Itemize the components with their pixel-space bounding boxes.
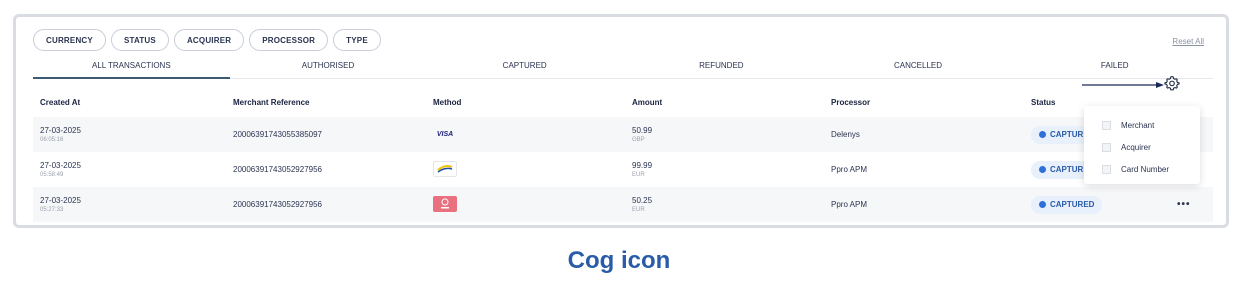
time-text: 05:27:33 bbox=[40, 207, 64, 213]
table-header: Created At Merchant Reference Method Amo… bbox=[33, 87, 1213, 117]
time-text: 06:05:16 bbox=[40, 137, 64, 143]
status-badge: CAPTUR bbox=[1031, 160, 1092, 179]
filter-acquirer[interactable]: ACQUIRER bbox=[173, 29, 245, 51]
pointer-arrow-icon bbox=[1082, 82, 1164, 88]
reset-all-link[interactable]: Reset All bbox=[1172, 37, 1204, 46]
filter-processor[interactable]: PROCESSOR bbox=[249, 29, 329, 51]
tab-captured[interactable]: CAPTURED bbox=[426, 59, 623, 78]
amount-text: 50.99 bbox=[632, 126, 653, 135]
merchant-reference-cell: 20006391743052927956 bbox=[233, 200, 322, 209]
status-text: CAPTUR bbox=[1050, 130, 1084, 139]
payment-method-icon bbox=[433, 195, 457, 212]
card-logo-icon bbox=[437, 165, 453, 173]
currency-text: GBP bbox=[632, 137, 645, 143]
option-label: Merchant bbox=[1121, 120, 1155, 130]
option-label: Acquirer bbox=[1121, 142, 1151, 152]
status-text: CAPTUR bbox=[1050, 165, 1084, 174]
amount-cell: 50.25 EUR bbox=[632, 196, 831, 213]
column-merchant-reference[interactable]: Merchant Reference bbox=[233, 98, 433, 107]
option-label: Card Number bbox=[1121, 164, 1170, 174]
tab-authorised[interactable]: AUTHORISED bbox=[230, 59, 427, 78]
column-settings-dropdown: Merchant Acquirer Card Number bbox=[1084, 106, 1200, 184]
transactions-panel: CURRENCY STATUS ACQUIRER PROCESSOR TYPE … bbox=[13, 14, 1229, 228]
date-text: 27-03-2025 bbox=[40, 161, 81, 170]
date-text: 27-03-2025 bbox=[40, 196, 81, 205]
column-processor[interactable]: Processor bbox=[831, 98, 1031, 107]
time-text: 05:58:49 bbox=[40, 172, 64, 178]
method-cell bbox=[433, 195, 632, 214]
column-method[interactable]: Method bbox=[433, 98, 632, 107]
filter-currency[interactable]: CURRENCY bbox=[33, 29, 106, 51]
created-at-cell: 27-03-2025 06:05:16 bbox=[33, 126, 233, 143]
status-tabs: ALL TRANSACTIONS AUTHORISED CAPTURED REF… bbox=[33, 59, 1213, 79]
checkbox[interactable] bbox=[1102, 164, 1111, 174]
option-merchant[interactable]: Merchant bbox=[1084, 114, 1200, 136]
filter-status[interactable]: STATUS bbox=[110, 29, 169, 51]
column-created-at[interactable]: Created At bbox=[33, 98, 233, 107]
amount-cell: 99.99 EUR bbox=[632, 161, 831, 178]
processor-cell: Ppro APM bbox=[831, 165, 868, 174]
more-options-icon[interactable]: ••• bbox=[1177, 199, 1191, 210]
checkbox[interactable] bbox=[1102, 142, 1111, 152]
tab-failed[interactable]: FAILED bbox=[1016, 59, 1213, 78]
filter-type[interactable]: TYPE bbox=[333, 29, 381, 51]
amount-text: 99.99 bbox=[632, 161, 653, 170]
table-body: 27-03-2025 06:05:16 20006391743055385097… bbox=[33, 117, 1213, 222]
created-at-cell: 27-03-2025 05:27:33 bbox=[33, 196, 233, 213]
method-cell bbox=[433, 161, 632, 178]
processor-cell: Ppro APM bbox=[831, 200, 868, 209]
status-text: CAPTURED bbox=[1050, 200, 1095, 209]
status-dot-icon bbox=[1039, 166, 1046, 173]
status-dot-icon bbox=[1039, 131, 1046, 138]
currency-text: EUR bbox=[632, 172, 645, 178]
table-row[interactable]: 27-03-2025 05:58:49 20006391743052927956… bbox=[33, 152, 1213, 187]
option-card-number[interactable]: Card Number bbox=[1084, 158, 1200, 180]
option-acquirer[interactable]: Acquirer bbox=[1084, 136, 1200, 158]
status-badge: CAPTURED bbox=[1031, 195, 1103, 214]
payment-method-icon bbox=[433, 161, 457, 177]
table-row[interactable]: 27-03-2025 05:27:33 20006391743052927956… bbox=[33, 187, 1213, 222]
tab-refunded[interactable]: REFUNDED bbox=[623, 59, 820, 78]
caption: Cog icon bbox=[567, 247, 671, 274]
processor-cell: Delenys bbox=[831, 130, 860, 139]
amount-text: 50.25 bbox=[632, 196, 653, 205]
method-cell: VISA bbox=[433, 128, 632, 142]
filter-chips: CURRENCY STATUS ACQUIRER PROCESSOR TYPE bbox=[33, 29, 381, 51]
status-dot-icon bbox=[1039, 201, 1046, 208]
wallet-logo-icon bbox=[441, 198, 449, 208]
cog-icon[interactable] bbox=[1164, 75, 1180, 91]
merchant-reference-cell: 20006391743055385097 bbox=[233, 130, 322, 139]
amount-cell: 50.99 GBP bbox=[632, 126, 831, 143]
tab-all-transactions[interactable]: ALL TRANSACTIONS bbox=[33, 59, 230, 79]
created-at-cell: 27-03-2025 05:58:49 bbox=[33, 161, 233, 178]
transactions-table: Created At Merchant Reference Method Amo… bbox=[33, 87, 1213, 222]
date-text: 27-03-2025 bbox=[40, 126, 81, 135]
checkbox[interactable] bbox=[1102, 120, 1111, 130]
status-badge: CAPTUR bbox=[1031, 125, 1092, 144]
merchant-reference-cell: 20006391743052927956 bbox=[233, 165, 322, 174]
currency-text: EUR bbox=[632, 207, 645, 213]
visa-icon: VISA bbox=[436, 131, 454, 138]
tab-cancelled[interactable]: CANCELLED bbox=[820, 59, 1017, 78]
column-amount[interactable]: Amount bbox=[632, 98, 831, 107]
table-row[interactable]: 27-03-2025 06:05:16 20006391743055385097… bbox=[33, 117, 1213, 152]
